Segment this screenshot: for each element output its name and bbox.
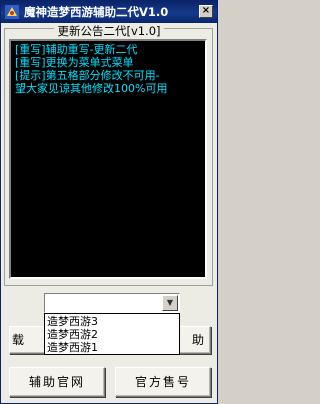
- title-bar[interactable]: 魔神造梦西游辅助二代V1.0 ×: [1, 1, 217, 23]
- app-logo-icon: [5, 5, 19, 19]
- chevron-down-icon[interactable]: ▼: [162, 295, 178, 311]
- close-button[interactable]: ×: [199, 5, 213, 18]
- load-button[interactable]: 载: [9, 326, 49, 354]
- notice-caption: 更新公告二代[v1.0]: [1, 24, 217, 38]
- notice-line: [提示]第五格部分修改不可用-: [15, 69, 160, 82]
- game-option-2[interactable]: 造梦西游2: [45, 328, 179, 341]
- notice-line: [重写]更换为菜单式菜单: [15, 56, 134, 69]
- main-window: 魔神造梦西游辅助二代V1.0 × 更新公告二代[v1.0] [重写]辅助重写-更…: [0, 0, 218, 404]
- game-option-3[interactable]: 造梦西游3: [45, 315, 179, 328]
- official-site-button[interactable]: 辅助官网: [9, 367, 105, 397]
- notice-text-area[interactable]: [重写]辅助重写-更新二代 [重写]更换为菜单式菜单 [提示]第五格部分修改不可…: [9, 39, 207, 279]
- game-option-1[interactable]: 造梦西游1: [45, 341, 179, 354]
- game-version-list: 造梦西游3 造梦西游2 造梦西游1: [44, 313, 180, 355]
- official-shop-button[interactable]: 官方售号: [115, 367, 211, 397]
- notice-caption-label: 更新公告二代[v1.0]: [54, 24, 164, 38]
- notice-line: 望大家见谅其他修改100%可用: [15, 82, 168, 95]
- game-version-select[interactable]: ▼: [44, 293, 180, 313]
- notice-line: [重写]辅助重写-更新二代: [15, 43, 138, 56]
- window-title: 魔神造梦西游辅助二代V1.0: [24, 5, 169, 19]
